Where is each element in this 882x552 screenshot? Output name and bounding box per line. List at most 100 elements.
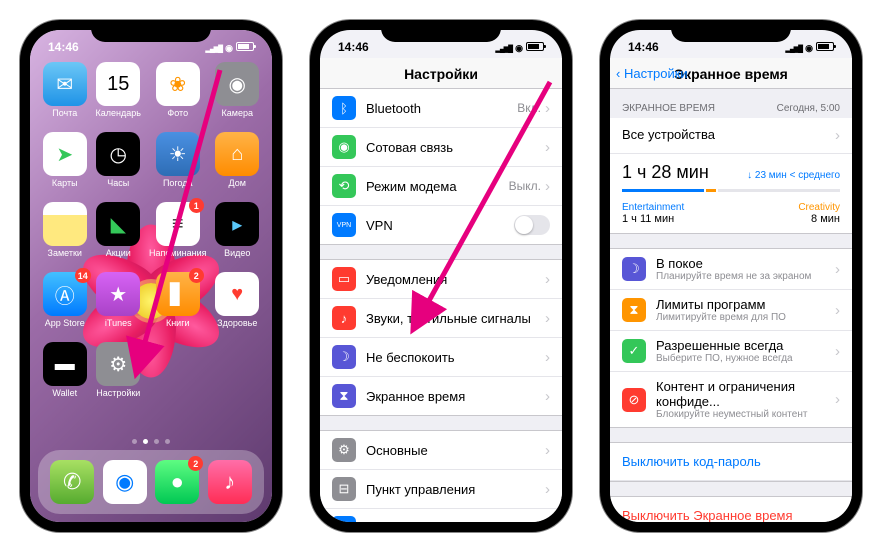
screentime-option[interactable]: ✓ Разрешенные всегдаВыберите ПО, нужное в…: [610, 331, 852, 372]
app-icon[interactable]: 15Календарь: [96, 62, 142, 118]
phone-icon[interactable]: ✆: [50, 460, 94, 504]
app-label: Видео: [224, 248, 250, 258]
row-label: В покое: [656, 256, 835, 271]
status-icons: [495, 40, 544, 54]
screentime-option[interactable]: ⧗Лимиты программЛимитируйте время для ПО…: [610, 290, 852, 331]
settings-row[interactable]: ⧗Экранное время›: [320, 377, 562, 415]
settings-row[interactable]: ᛒBluetoothВкл.›: [320, 89, 562, 128]
settings-row[interactable]: VPN VPN: [320, 206, 562, 244]
music-icon[interactable]: ♪: [208, 460, 252, 504]
app-icon[interactable]: ✉Почта: [42, 62, 88, 118]
app-icon[interactable]: ☀Погода: [149, 132, 206, 188]
section-date: Сегодня, 5:00: [777, 103, 840, 114]
chevron-icon: ›: [545, 178, 550, 195]
notch: [91, 20, 211, 42]
app-icon[interactable]: ⌂Дом: [214, 132, 260, 188]
app-icon[interactable]: ◉Камера: [214, 62, 260, 118]
settings-row[interactable]: ▭Уведомления›: [320, 260, 562, 299]
row-label: Режим модема: [366, 179, 509, 194]
app-label: Wallet: [52, 388, 77, 398]
app-label: Карты: [52, 178, 78, 188]
chevron-icon: ›: [545, 139, 550, 156]
row-icon: ⧗: [332, 384, 356, 408]
settings-row[interactable]: ⚙ Основные›: [320, 431, 562, 470]
status-icons: [205, 40, 254, 54]
cat2-name: Creativity: [798, 202, 840, 213]
settings-row[interactable]: AЭкран и яркость›: [320, 509, 562, 522]
settings-row[interactable]: ☽Не беспокоить›: [320, 338, 562, 377]
row-label: Сотовая связь: [366, 140, 545, 155]
settings-row[interactable]: ⊟Пункт управления›: [320, 470, 562, 509]
row-icon: ♪: [332, 306, 356, 330]
avg-delta: ↓ 23 мин < среднего: [747, 170, 840, 181]
row-label: Не беспокоить: [366, 350, 545, 365]
row-label: Основные: [366, 443, 545, 458]
app-icon[interactable]: ➤Карты: [42, 132, 88, 188]
cat1-val: 1 ч 11 мин: [622, 213, 684, 225]
app-icon[interactable]: Ⓐ14App Store: [42, 272, 88, 328]
app-icon[interactable]: Заметки: [42, 202, 88, 258]
chevron-icon: ›: [545, 442, 550, 459]
chevron-icon: ›: [545, 520, 550, 523]
phone-home: 14:46 ✉Почта15Календарь❀Фото◉Камера➤Карт…: [20, 20, 282, 532]
disable-screentime[interactable]: Выключить Экранное время: [610, 497, 852, 522]
status-icons: [785, 40, 834, 54]
app-icon[interactable]: ◷Часы: [96, 132, 142, 188]
dock: ✆◉●2♪: [38, 450, 264, 514]
all-devices-row[interactable]: Все устройства›: [610, 118, 852, 154]
row-label: Экранное время: [366, 389, 545, 404]
app-icon[interactable]: ⚙1Настройки: [96, 342, 142, 398]
app-label: Книги: [166, 318, 190, 328]
settings-row[interactable]: ⟲Режим модемаВыкл.›: [320, 167, 562, 206]
row-icon: VPN: [332, 213, 356, 237]
row-label: Звуки, тактильные сигналы: [366, 311, 545, 326]
app-label: App Store: [45, 318, 85, 328]
app-icon[interactable]: ◣Акции: [96, 202, 142, 258]
notch: [671, 20, 791, 42]
back-button[interactable]: ‹ Настройки: [616, 66, 688, 81]
screentime-option[interactable]: ⊘Контент и ограничения конфиде...Блокиру…: [610, 372, 852, 427]
section-label: ЭКРАННОЕ ВРЕМЯ: [622, 103, 715, 114]
app-icon[interactable]: ❀Фото: [149, 62, 206, 118]
settings-row[interactable]: ♪Звуки, тактильные сигналы›: [320, 299, 562, 338]
app-label: Почта: [52, 108, 77, 118]
row-icon: ⚙: [332, 438, 356, 462]
screentime-option[interactable]: ☽В покоеПланируйте время не за экраном›: [610, 249, 852, 290]
chevron-icon: ›: [835, 261, 840, 278]
row-value: Выкл.: [509, 179, 541, 193]
notch: [381, 20, 501, 42]
phone-screentime: 14:46 ‹ Настройки Экранное время ЭКРАННО…: [600, 20, 862, 532]
row-icon: ⊟: [332, 477, 356, 501]
chevron-icon: ›: [835, 343, 840, 360]
app-label: Акции: [106, 248, 131, 258]
chevron-icon: ›: [835, 391, 840, 408]
safari-icon[interactable]: ◉: [103, 460, 147, 504]
row-label: VPN: [366, 218, 514, 233]
row-icon: A: [332, 516, 356, 522]
row-label: Контент и ограничения конфиде...: [656, 379, 835, 409]
toggle[interactable]: [514, 215, 550, 235]
row-icon: ᛒ: [332, 96, 356, 120]
app-icon[interactable]: ▋2Книги: [149, 272, 206, 328]
app-icon[interactable]: ★iTunes: [96, 272, 142, 328]
messages-icon[interactable]: ●2: [155, 460, 199, 504]
app-icon[interactable]: ≡1Напоминания: [149, 202, 206, 258]
row-icon: ✓: [622, 339, 646, 363]
status-time: 14:46: [338, 40, 369, 54]
chevron-icon: ›: [835, 302, 840, 319]
app-label: Здоровье: [217, 318, 257, 328]
page-indicator[interactable]: [30, 439, 272, 444]
app-icon[interactable]: ▸Видео: [214, 202, 260, 258]
settings-row[interactable]: ◉Сотовая связь›: [320, 128, 562, 167]
app-icon[interactable]: ▬Wallet: [42, 342, 88, 398]
row-label: Разрешенные всегда: [656, 338, 835, 353]
app-label: Настройки: [96, 388, 140, 398]
status-time: 14:46: [628, 40, 659, 54]
row-subtitle: Выберите ПО, нужное всегда: [656, 353, 835, 364]
app-label: Напоминания: [149, 248, 206, 258]
row-icon: ▭: [332, 267, 356, 291]
app-icon[interactable]: ♥Здоровье: [214, 272, 260, 328]
disable-passcode[interactable]: Выключить код-пароль: [610, 443, 852, 481]
row-value: Вкл.: [517, 101, 541, 115]
row-subtitle: Лимитируйте время для ПО: [656, 312, 835, 323]
